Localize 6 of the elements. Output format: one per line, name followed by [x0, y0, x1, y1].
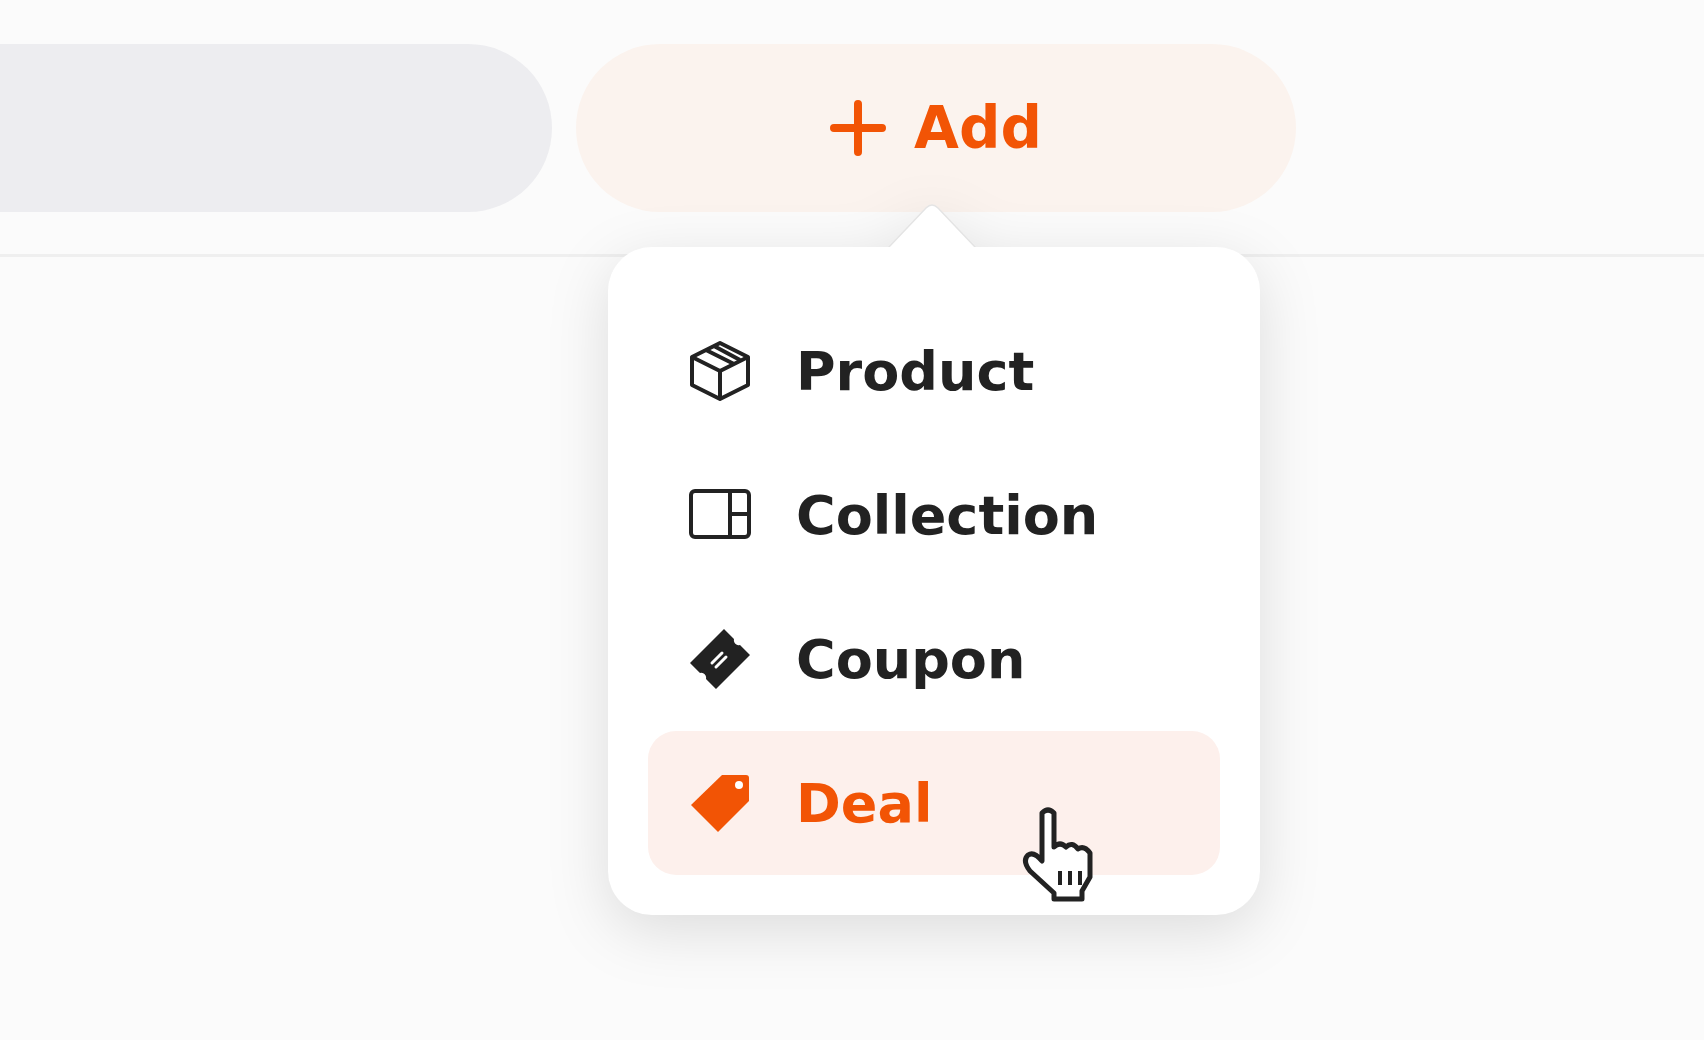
menu-item[interactable]: Collection	[648, 443, 1220, 587]
plus-icon	[830, 100, 887, 156]
ticket-icon	[688, 627, 752, 691]
box-icon	[688, 339, 752, 403]
menu-item[interactable]: Coupon	[648, 587, 1220, 731]
menu-item[interactable]: Product	[648, 299, 1220, 443]
